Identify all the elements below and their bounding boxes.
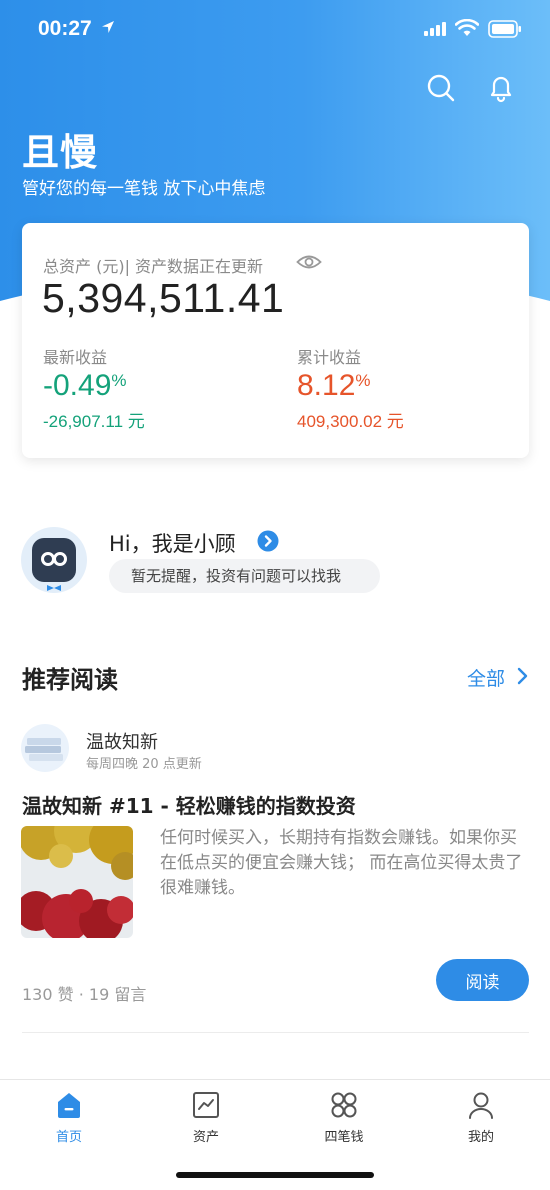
wifi-icon: [455, 19, 479, 36]
location-arrow-icon: [102, 21, 114, 33]
tab-home[interactable]: 首页: [29, 1090, 109, 1145]
cumulative-return-percent: 8.12%: [297, 369, 371, 402]
read-button[interactable]: 阅读: [436, 959, 529, 1001]
book-icon[interactable]: [21, 724, 69, 772]
latest-return-label: 最新收益: [43, 348, 108, 367]
article-stats: 130 赞 · 19 留言: [22, 985, 147, 1004]
person-icon: [469, 1092, 493, 1119]
tab-label-home: 首页: [55, 1130, 82, 1145]
assistant-avatar[interactable]: [21, 527, 87, 593]
tab-label-assets: 资产: [192, 1130, 219, 1145]
asset-card[interactable]: 总资产 (元)| 资产数据正在更新 5,394,511.41 最新收益 -0.4…: [22, 223, 529, 458]
total-assets-label: 总资产 (元)| 资产数据正在更新: [43, 257, 264, 276]
cumulative-return-label: 累计收益: [297, 348, 362, 367]
search-icon[interactable]: [425, 72, 457, 104]
home-indicator: [176, 1172, 374, 1178]
article-excerpt: 任何时候买入，长期持有指数会赚钱。如果你买在低点买的便宜会赚大钱； 而在高位买得…: [160, 828, 523, 898]
eye-icon[interactable]: [296, 252, 322, 272]
app-title: 且慢: [22, 130, 98, 174]
status-bar: 00:27: [0, 0, 550, 60]
status-time: 00:27: [38, 17, 92, 40]
bell-icon[interactable]: [485, 72, 517, 104]
assistant-message[interactable]: 暂无提醒，投资有问题可以找我: [109, 559, 380, 593]
chart-icon: [193, 1092, 219, 1118]
latest-return-amount: -26,907.11 元: [43, 412, 145, 431]
robot-icon: [32, 538, 76, 591]
grid-icon: [331, 1092, 357, 1118]
latest-return-percent: -0.49%: [43, 369, 127, 402]
tab-assets[interactable]: 资产: [166, 1090, 246, 1145]
view-all-link[interactable]: 全部: [467, 664, 505, 691]
battery-icon: [488, 20, 521, 38]
app-subtitle: 管好您的每一笔钱 放下心中焦虑: [22, 179, 266, 199]
assistant-greeting[interactable]: Hi，我是小顾: [109, 528, 236, 558]
home-icon: [58, 1093, 80, 1118]
article-thumbnail[interactable]: [21, 826, 133, 938]
chevron-right-icon[interactable]: [516, 666, 530, 686]
total-assets-value: 5,394,511.41: [42, 275, 285, 321]
divider: [22, 1032, 529, 1033]
tab-four-funds[interactable]: 四笔钱: [304, 1090, 384, 1145]
article-source-name[interactable]: 温故知新: [86, 728, 158, 754]
article-title[interactable]: 温故知新 #11 - 轻松赚钱的指数投资: [22, 790, 356, 819]
chevron-right-icon[interactable]: [257, 530, 279, 552]
tab-label-four-funds: 四笔钱: [324, 1130, 364, 1145]
article-source-schedule: 每周四晚 20 点更新: [86, 757, 202, 772]
section-title-recommended: 推荐阅读: [22, 666, 118, 694]
tab-label-mine: 我的: [467, 1130, 494, 1145]
cumulative-return-amount: 409,300.02 元: [297, 412, 404, 431]
tab-mine[interactable]: 我的: [441, 1090, 521, 1145]
signal-icon: [424, 22, 446, 36]
